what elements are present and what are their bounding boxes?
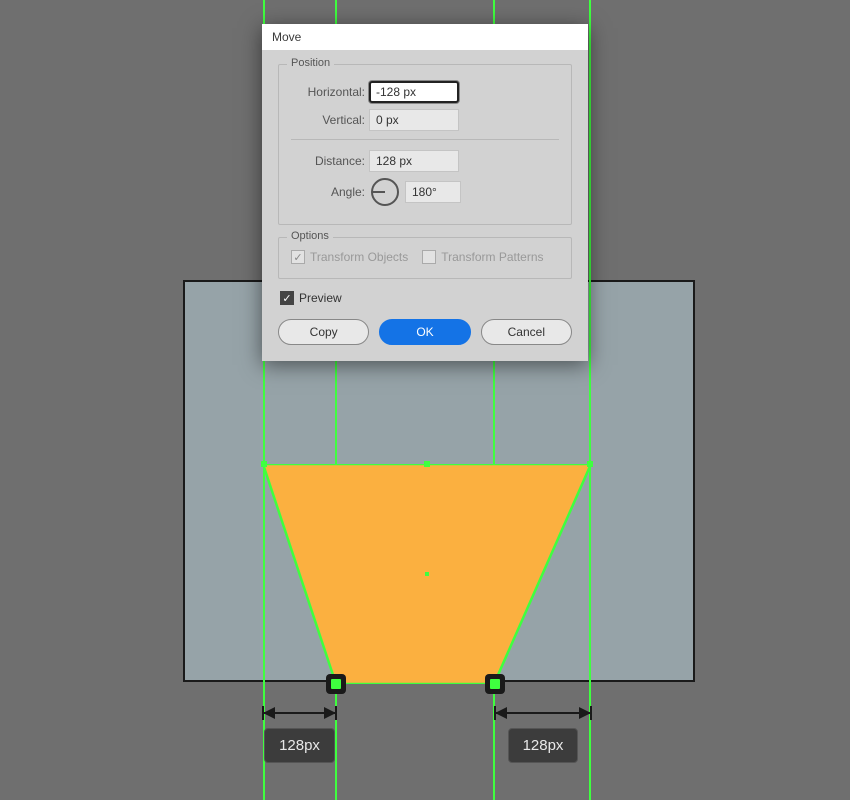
- angle-dial-icon[interactable]: [371, 178, 399, 206]
- double-arrow-icon: [263, 712, 336, 714]
- transform-objects-label: Transform Objects: [310, 250, 408, 264]
- transform-objects-checkbox[interactable]: [291, 250, 305, 264]
- anchor-point-selected[interactable]: [326, 674, 346, 694]
- shape-center: [425, 572, 429, 576]
- group-label-position: Position: [287, 57, 334, 69]
- move-dialog: Move Position Horizontal: Vertical: Dist…: [262, 24, 588, 361]
- measurement-right: 128px: [495, 712, 591, 763]
- selection-handle[interactable]: [587, 461, 593, 467]
- cancel-button[interactable]: Cancel: [481, 319, 572, 345]
- distance-input[interactable]: [369, 150, 459, 172]
- vertical-input[interactable]: [369, 109, 459, 131]
- options-group: Options Transform Objects Transform Patt…: [278, 237, 572, 279]
- preview-checkbox[interactable]: [280, 291, 294, 305]
- selection-handle[interactable]: [261, 461, 267, 467]
- divider: [291, 139, 559, 140]
- measurement-label: 128px: [508, 728, 579, 763]
- copy-button[interactable]: Copy: [278, 319, 369, 345]
- distance-label: Distance:: [291, 154, 365, 168]
- measurement-left: 128px: [263, 712, 336, 763]
- angle-label: Angle:: [291, 185, 365, 199]
- angle-input[interactable]: [405, 181, 461, 203]
- vertical-label: Vertical:: [291, 113, 365, 127]
- group-label-options: Options: [287, 230, 333, 242]
- horizontal-label: Horizontal:: [291, 85, 365, 99]
- double-arrow-icon: [495, 712, 591, 714]
- transform-patterns-checkbox[interactable]: [422, 250, 436, 264]
- selection-handle[interactable]: [424, 461, 430, 467]
- dialog-title: Move: [262, 24, 588, 50]
- anchor-point-selected[interactable]: [485, 674, 505, 694]
- position-group: Position Horizontal: Vertical: Distance:…: [278, 64, 572, 225]
- horizontal-input[interactable]: [369, 81, 459, 103]
- ok-button[interactable]: OK: [379, 319, 470, 345]
- transform-patterns-label: Transform Patterns: [441, 250, 543, 264]
- preview-label: Preview: [299, 291, 342, 305]
- measurement-label: 128px: [264, 728, 335, 763]
